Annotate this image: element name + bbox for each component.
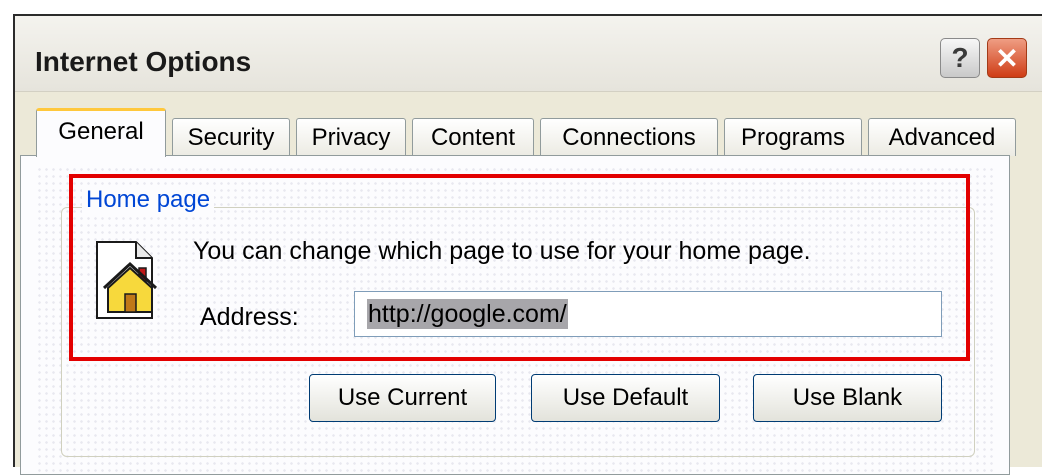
use-default-button[interactable]: Use Default <box>531 374 720 422</box>
tab-programs-label: Programs <box>740 124 846 151</box>
help-button[interactable]: ? <box>940 38 980 78</box>
use-current-label: Use Current <box>337 384 468 411</box>
tab-connections[interactable]: Connections <box>540 118 718 156</box>
address-value: http://google.com/ <box>367 299 568 329</box>
use-current-button[interactable]: Use Current <box>309 374 496 422</box>
close-icon: ✕ <box>995 42 1019 74</box>
tab-advanced-label: Advanced <box>888 124 996 151</box>
help-icon: ? <box>951 42 969 73</box>
use-blank-button[interactable]: Use Blank <box>753 374 942 422</box>
window-title: Internet Options <box>35 46 252 77</box>
tab-strip: General Security Privacy Content Connect… <box>0 108 1042 157</box>
home-page-description: You can change which page to use for you… <box>193 237 811 265</box>
tab-content[interactable]: Content <box>412 118 534 156</box>
tab-privacy-label: Privacy <box>311 124 391 151</box>
tab-security-label: Security <box>187 124 275 151</box>
address-label: Address: <box>200 303 299 331</box>
home-page-group-label: Home page <box>82 186 215 214</box>
tab-security[interactable]: Security <box>172 118 290 156</box>
tab-general-label: General <box>58 118 144 145</box>
close-button[interactable]: ✕ <box>987 38 1027 78</box>
title-bar: Internet Options ? ✕ <box>15 16 1042 92</box>
home-page-icon <box>96 241 158 319</box>
use-default-label: Use Default <box>562 384 689 411</box>
use-blank-label: Use Blank <box>792 384 903 411</box>
address-input[interactable]: http://google.com/ <box>354 291 942 337</box>
tab-programs[interactable]: Programs <box>724 118 862 156</box>
tab-general[interactable]: General <box>36 108 166 157</box>
tab-connections-label: Connections <box>562 124 696 151</box>
tab-advanced[interactable]: Advanced <box>868 118 1016 156</box>
tab-content-label: Content <box>430 124 516 151</box>
tab-privacy[interactable]: Privacy <box>296 118 406 156</box>
